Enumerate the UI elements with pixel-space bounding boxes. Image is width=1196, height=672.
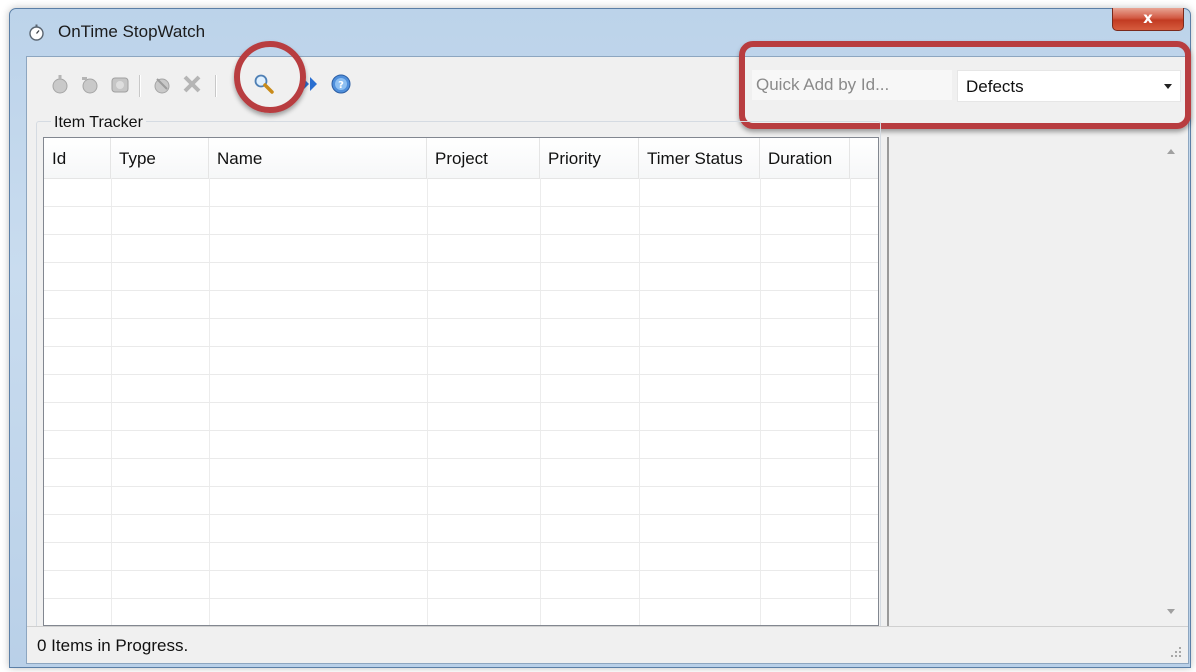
grid-row-line bbox=[44, 290, 878, 291]
toolbar-separator bbox=[215, 75, 217, 97]
grid-row-line bbox=[44, 374, 878, 375]
item-tracker-label: Item Tracker bbox=[51, 114, 146, 132]
client-area: ? Defects Item Tracker Id Type Name Proj… bbox=[26, 41, 1191, 664]
close-button[interactable]: x bbox=[1112, 8, 1184, 31]
column-header-duration[interactable]: Duration bbox=[760, 138, 850, 178]
status-bar: 0 Items in Progress. bbox=[27, 626, 1188, 663]
grid-row-line bbox=[44, 206, 878, 207]
grid-row-line bbox=[44, 430, 878, 431]
detail-panel[interactable] bbox=[887, 137, 1185, 626]
add-batch-icon[interactable] bbox=[109, 73, 131, 95]
column-header-type[interactable]: Type bbox=[111, 138, 209, 178]
edit-item-icon[interactable] bbox=[151, 73, 173, 95]
grid-row-line bbox=[44, 486, 878, 487]
add-item-alt-icon[interactable] bbox=[79, 73, 101, 95]
column-header-timer-status[interactable]: Timer Status bbox=[639, 138, 760, 178]
grid-row-line bbox=[44, 514, 878, 515]
help-icon[interactable]: ? bbox=[330, 73, 352, 95]
grid-row-line bbox=[44, 402, 878, 403]
grid-row-line bbox=[44, 318, 878, 319]
column-header-project[interactable]: Project bbox=[427, 138, 540, 178]
item-tracker-grid[interactable]: Id Type Name Project Priority Timer Stat… bbox=[43, 137, 879, 626]
grid-body[interactable] bbox=[44, 178, 878, 625]
stopwatch-icon bbox=[29, 24, 44, 41]
window-title: OnTime StopWatch bbox=[58, 22, 206, 41]
column-header-priority[interactable]: Priority bbox=[540, 138, 639, 178]
grid-row-line bbox=[44, 262, 878, 263]
scroll-up-arrow-icon[interactable] bbox=[1167, 149, 1175, 154]
highlight-circle bbox=[234, 41, 306, 113]
grid-header: Id Type Name Project Priority Timer Stat… bbox=[44, 138, 878, 179]
grid-row-line bbox=[44, 542, 878, 543]
grid-row-line bbox=[44, 570, 878, 571]
toolbar: ? Defects bbox=[27, 41, 1191, 129]
status-text: 0 Items in Progress. bbox=[37, 636, 189, 655]
app-window: OnTime StopWatch x ? Quick Add by Id... … bbox=[9, 8, 1191, 668]
column-header-id[interactable]: Id bbox=[44, 138, 111, 178]
grid-row-line bbox=[44, 346, 878, 347]
column-header-name[interactable]: Name bbox=[209, 138, 427, 178]
svg-text:?: ? bbox=[338, 80, 344, 91]
scroll-down-arrow-icon[interactable] bbox=[1167, 609, 1175, 614]
grid-row-line bbox=[44, 598, 878, 599]
grid-row-line bbox=[44, 458, 878, 459]
highlight-rectangle bbox=[739, 41, 1191, 129]
add-item-icon[interactable] bbox=[49, 73, 71, 95]
grid-row-line bbox=[44, 234, 878, 235]
remove-item-icon[interactable] bbox=[181, 73, 203, 95]
toolbar-separator bbox=[139, 75, 141, 97]
resize-grip-icon[interactable] bbox=[1168, 644, 1182, 658]
